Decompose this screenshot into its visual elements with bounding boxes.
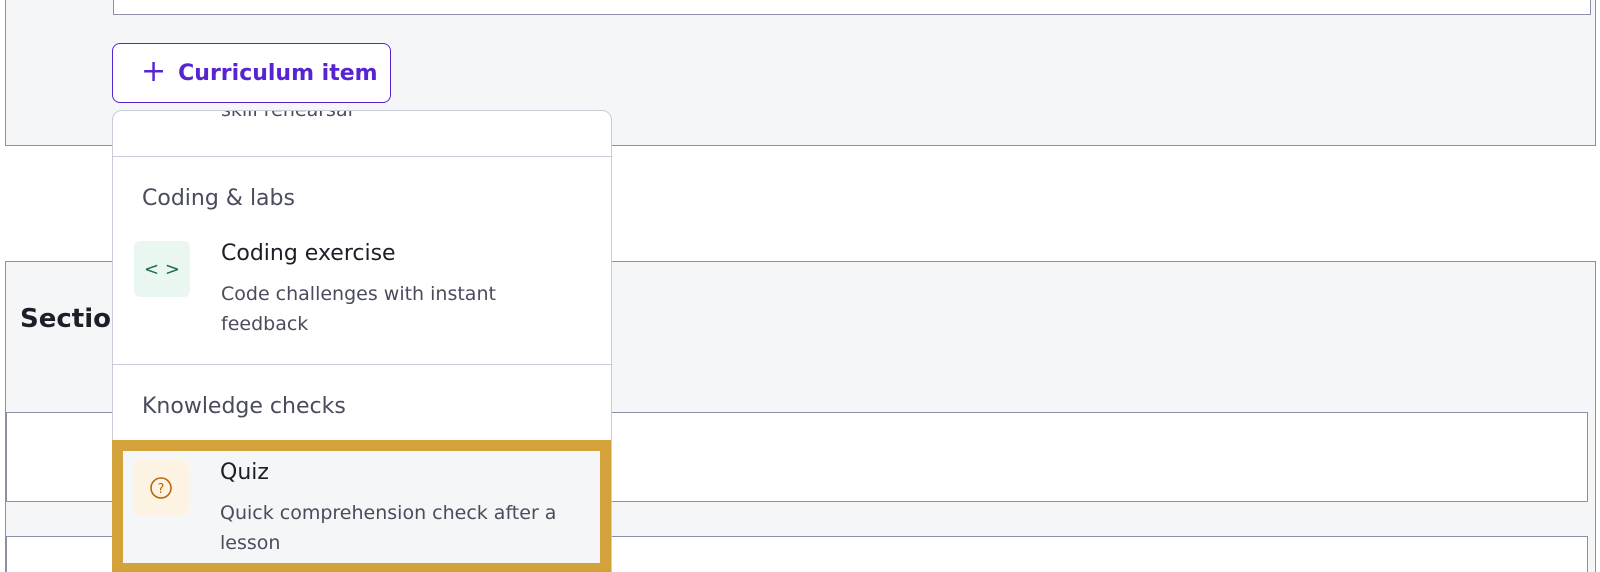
- add-curriculum-item-label: Curriculum item: [178, 60, 378, 86]
- code-brackets-icon: < >: [134, 241, 190, 297]
- menu-item-quiz[interactable]: ? Quiz Quick comprehension check after a…: [112, 460, 612, 572]
- plus-icon: +: [141, 53, 167, 89]
- group-title-coding-labs: Coding & labs: [142, 186, 295, 211]
- menu-item-coding-exercise[interactable]: < > Coding exercise Code challenges with…: [113, 241, 611, 361]
- group-title-knowledge-checks: Knowledge checks: [142, 394, 346, 419]
- section-title: Sectio: [20, 304, 111, 334]
- item-description: skill rehearsal: [221, 110, 353, 121]
- menu-divider: [113, 156, 611, 157]
- menu-item-description: Code challenges with instant feedback: [221, 283, 496, 335]
- svg-text:?: ?: [158, 482, 165, 497]
- menu-divider: [113, 364, 611, 365]
- lecture-item-box: [113, 0, 1591, 15]
- add-curriculum-item-button[interactable]: + Curriculum item: [112, 43, 391, 103]
- menu-item-title: Quiz: [220, 460, 269, 485]
- menu-item-description: Quick comprehension check after a lesson: [220, 502, 557, 554]
- question-circle-icon: ?: [133, 460, 189, 516]
- menu-item-title: Coding exercise: [221, 241, 396, 266]
